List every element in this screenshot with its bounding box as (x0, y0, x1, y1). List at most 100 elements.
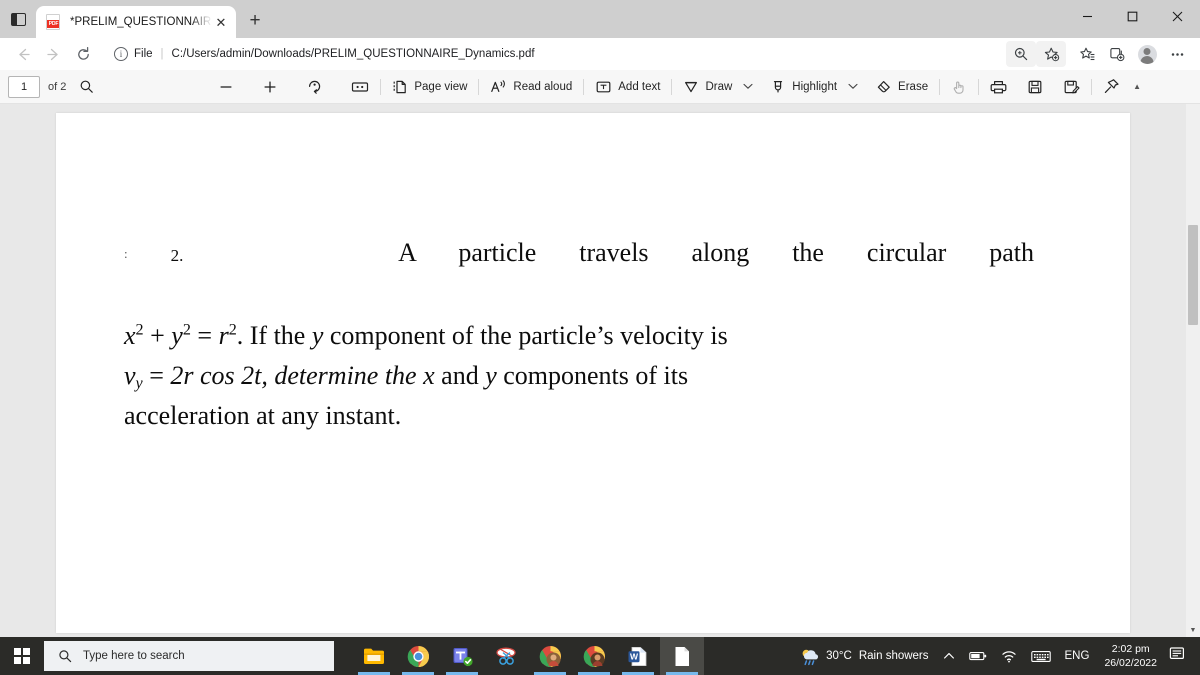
erase-button[interactable]: Erase (868, 74, 935, 100)
close-window-button[interactable] (1155, 0, 1200, 32)
add-favorite-icon[interactable] (1036, 41, 1066, 67)
line-3-and: and (441, 361, 479, 390)
profile-avatar[interactable] (1132, 41, 1162, 67)
page-view-button[interactable]: Page view (385, 74, 474, 100)
draw-chevron-down-icon[interactable] (739, 74, 757, 100)
taskbar-teams[interactable] (440, 637, 484, 675)
document-line-1: : 2. A particle travels along the circul… (124, 233, 1034, 316)
italic-y-inline: y (311, 321, 324, 350)
toolbar-divider (1091, 78, 1093, 95)
refresh-icon[interactable] (68, 40, 98, 68)
taskbar-clock[interactable]: 2:02 pm 26/02/2022 (1096, 642, 1165, 670)
save-as-icon[interactable] (1056, 74, 1087, 100)
keyboard-icon (1030, 650, 1051, 662)
taskbar-snipping-tool[interactable] (484, 637, 528, 675)
add-text-label: Add text (618, 80, 661, 93)
zoom-in-button[interactable] (255, 74, 285, 100)
taskbar-word[interactable]: W (616, 637, 660, 675)
toolbar-divider (671, 78, 673, 95)
collections-icon[interactable] (1102, 41, 1132, 67)
taskbar-search-input[interactable]: Type here to search (44, 641, 334, 671)
pdf-document-viewer[interactable]: : 2. A particle travels along the circul… (0, 104, 1200, 637)
save-icon[interactable] (1020, 74, 1050, 100)
network-status-button[interactable] (994, 637, 1024, 675)
zoom-search-icon[interactable] (1006, 41, 1036, 67)
eq-x: x (124, 321, 136, 350)
taskbar-file-explorer[interactable] (352, 637, 396, 675)
wifi-icon (1001, 650, 1016, 662)
question-number: 2. (170, 246, 184, 265)
italic-x-3: x (423, 361, 435, 390)
document-line-2: x2 + y2 = r2. If the y component of the … (124, 316, 1034, 356)
weather-temperature: 30°C (826, 650, 852, 662)
omnibox-separator: | (160, 48, 164, 60)
search-icon[interactable] (72, 74, 101, 100)
browser-address-bar: i File | C:/Users/admin/Downloads/PRELIM… (0, 38, 1200, 70)
pin-icon[interactable] (1096, 74, 1127, 100)
maximize-button[interactable] (1110, 0, 1155, 32)
page-number-input[interactable]: 1 (8, 75, 40, 98)
battery-status-button[interactable] (962, 637, 994, 675)
read-aloud-button[interactable]: Read aloud (483, 74, 579, 100)
vertical-scrollbar-thumb[interactable] (1188, 225, 1198, 325)
taskbar-chrome-profile-1[interactable] (528, 637, 572, 675)
url-text: C:/Users/admin/Downloads/PRELIM_QUESTION… (171, 48, 535, 60)
windows-logo-icon (14, 648, 30, 664)
window-controls (1065, 0, 1200, 38)
minimize-button[interactable] (1065, 0, 1110, 32)
eq-r-exp: 2 (228, 321, 237, 339)
new-tab-button[interactable]: + (240, 6, 270, 36)
language-indicator[interactable]: ENG (1058, 637, 1097, 675)
weather-widget[interactable]: 30°C Rain showers (792, 637, 935, 675)
show-hidden-icons-button[interactable] (936, 637, 962, 675)
taskbar-chrome[interactable] (396, 637, 440, 675)
draw-button[interactable]: Draw (676, 74, 739, 100)
eq-plus: + (150, 321, 165, 350)
document-line-1-text: A particle travels along the circular pa… (398, 238, 1035, 267)
eq-y-exp: 2 (182, 321, 191, 339)
line-2-mid: . If the (236, 321, 306, 350)
add-text-button[interactable]: Add text (588, 74, 667, 100)
select-tool-icon[interactable] (944, 74, 974, 100)
eq-x-exp: 2 (135, 321, 144, 339)
favorites-icon[interactable] (1072, 41, 1102, 67)
site-info-icon[interactable]: i (114, 47, 128, 61)
read-aloud-label: Read aloud (513, 80, 573, 93)
notifications-button[interactable] (1165, 646, 1196, 666)
address-input[interactable]: i File | C:/Users/admin/Downloads/PRELIM… (104, 41, 998, 67)
highlight-button[interactable]: Highlight (763, 74, 844, 100)
forward-arrow-icon[interactable] (38, 40, 68, 68)
tab-actions-icon (10, 12, 26, 26)
tab-actions-menu-button[interactable] (0, 0, 36, 38)
start-button[interactable] (0, 637, 44, 675)
scroll-up-arrow-icon[interactable]: ▲ (1129, 82, 1145, 91)
highlight-chevron-down-icon[interactable] (844, 74, 862, 100)
rain-showers-icon (799, 647, 819, 666)
line-3-expression: 2r cos 2t, determine the (170, 361, 417, 390)
system-tray: 30°C Rain showers ENG 2:02 pm 26/02/2022 (792, 637, 1200, 675)
scroll-down-arrow-icon[interactable]: ▼ (1186, 623, 1200, 637)
page-count-label: of 2 (48, 80, 67, 93)
close-tab-button[interactable]: ✕ (212, 13, 230, 31)
toolbar-divider (939, 78, 941, 95)
pdf-viewer-toolbar: 1 of 2 Page view Read aloud Add text Dra… (0, 70, 1200, 104)
browser-tab[interactable]: *PRELIM_QUESTIONNAIRE_Dynamics.pdf ✕ (36, 6, 236, 38)
document-text-block: : 2. A particle travels along the circul… (124, 233, 1034, 436)
back-arrow-icon[interactable] (8, 40, 38, 68)
settings-and-more-icon[interactable] (1162, 41, 1192, 67)
keyboard-layout-button[interactable] (1024, 637, 1058, 675)
chevron-up-icon (943, 653, 954, 659)
fit-to-page-icon[interactable] (344, 74, 376, 100)
taskbar-app-icons: W (352, 637, 704, 675)
print-icon[interactable] (983, 74, 1014, 100)
address-bar-actions (1006, 41, 1192, 67)
zoom-out-button[interactable] (211, 74, 241, 100)
tab-title: *PRELIM_QUESTIONNAIRE_Dynamics.pdf (70, 16, 212, 28)
taskbar-chrome-profile-2[interactable] (572, 637, 616, 675)
page-view-label: Page view (414, 80, 468, 93)
vertical-scrollbar[interactable]: ▼ (1186, 104, 1200, 637)
taskbar-edge-pdf[interactable] (660, 637, 704, 675)
rotate-icon[interactable] (299, 74, 330, 100)
eq-r: r (218, 321, 229, 350)
highlight-label: Highlight (792, 80, 838, 93)
